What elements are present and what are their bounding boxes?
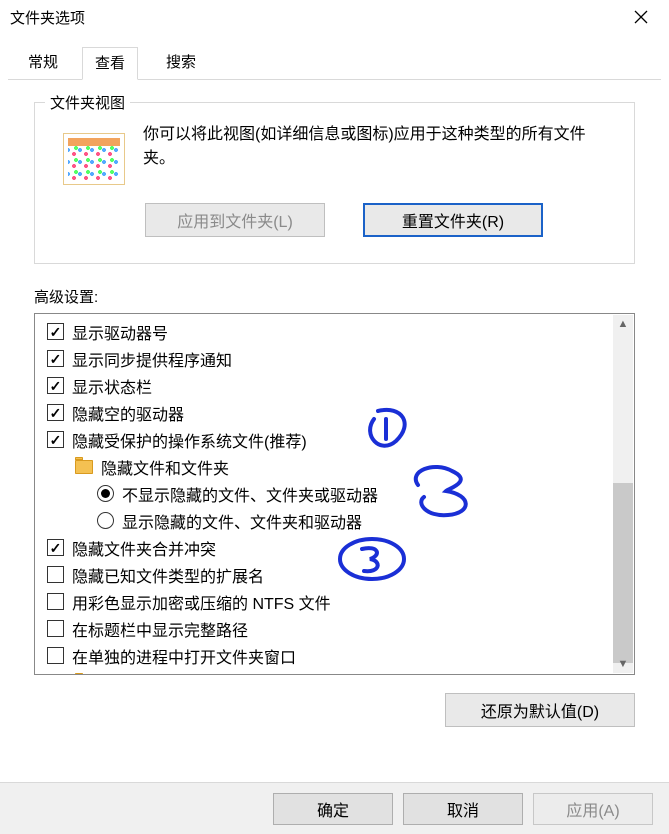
- advanced-settings-list[interactable]: 显示驱动器号显示同步提供程序通知显示状态栏隐藏空的驱动器隐藏受保护的操作系统文件…: [34, 313, 635, 675]
- checkbox[interactable]: [47, 404, 64, 421]
- list-item[interactable]: 隐藏受保护的操作系统文件(推荐): [35, 426, 634, 453]
- apply-button: 应用(A): [533, 793, 653, 825]
- list-item-label: 用彩色显示加密或压缩的 NTFS 文件: [72, 590, 331, 614]
- scroll-up-icon[interactable]: ▲: [613, 315, 633, 333]
- checkbox[interactable]: [47, 323, 64, 340]
- folder-view-preview-icon: [63, 133, 125, 185]
- checkbox[interactable]: [47, 431, 64, 448]
- cancel-button[interactable]: 取消: [403, 793, 523, 825]
- radio[interactable]: [97, 512, 114, 529]
- folder-views-desc: 你可以将此视图(如详细信息或图标)应用于这种类型的所有文件夹。: [143, 121, 616, 171]
- list-item[interactable]: 在列表视图中键入时: [35, 669, 634, 674]
- checkbox[interactable]: [47, 566, 64, 583]
- list-item[interactable]: 显示隐藏的文件、文件夹和驱动器: [35, 507, 634, 534]
- list-item-label: 隐藏已知文件类型的扩展名: [72, 563, 264, 587]
- list-item-label: 在单独的进程中打开文件夹窗口: [72, 644, 296, 668]
- tab-view[interactable]: 查看: [82, 47, 138, 80]
- list-item[interactable]: 在标题栏中显示完整路径: [35, 615, 634, 642]
- list-item[interactable]: 显示同步提供程序通知: [35, 345, 634, 372]
- list-item[interactable]: 在单独的进程中打开文件夹窗口: [35, 642, 634, 669]
- close-icon: [634, 10, 648, 24]
- checkbox[interactable]: [47, 647, 64, 664]
- ok-button[interactable]: 确定: [273, 793, 393, 825]
- tab-strip: 常规 查看 搜索: [8, 46, 661, 80]
- scrollbar[interactable]: ▲ ▼: [613, 315, 633, 673]
- folder-icon: [75, 460, 93, 474]
- scroll-thumb[interactable]: [613, 483, 633, 663]
- window-title: 文件夹选项: [8, 7, 621, 28]
- list-item-label: 显示驱动器号: [72, 320, 168, 344]
- advanced-settings-label: 高级设置:: [34, 286, 659, 307]
- checkbox[interactable]: [47, 620, 64, 637]
- list-item-label: 不显示隐藏的文件、文件夹或驱动器: [122, 482, 378, 506]
- list-item[interactable]: 隐藏已知文件类型的扩展名: [35, 561, 634, 588]
- list-item-label: 显示同步提供程序通知: [72, 347, 232, 371]
- list-item-label: 隐藏空的驱动器: [72, 401, 184, 425]
- list-item-label: 隐藏文件和文件夹: [101, 455, 229, 479]
- list-item-label: 显示状态栏: [72, 374, 152, 398]
- close-button[interactable]: [621, 0, 661, 34]
- list-item[interactable]: 隐藏文件和文件夹: [35, 453, 634, 480]
- scroll-down-icon[interactable]: ▼: [613, 655, 633, 673]
- checkbox[interactable]: [47, 350, 64, 367]
- list-item[interactable]: 不显示隐藏的文件、文件夹或驱动器: [35, 480, 634, 507]
- checkbox[interactable]: [47, 377, 64, 394]
- list-item[interactable]: 用彩色显示加密或压缩的 NTFS 文件: [35, 588, 634, 615]
- list-item-label: 在列表视图中键入时: [101, 671, 245, 675]
- checkbox[interactable]: [47, 593, 64, 610]
- list-item[interactable]: 隐藏文件夹合并冲突: [35, 534, 634, 561]
- restore-defaults-button[interactable]: 还原为默认值(D): [445, 693, 635, 727]
- folder-views-group: 文件夹视图 你可以将此视图(如详细信息或图标)应用于这种类型的所有文件夹。 应用…: [34, 102, 635, 264]
- tab-search[interactable]: 搜索: [154, 47, 208, 80]
- list-item[interactable]: 显示状态栏: [35, 372, 634, 399]
- checkbox[interactable]: [47, 539, 64, 556]
- list-item[interactable]: 隐藏空的驱动器: [35, 399, 634, 426]
- tab-general[interactable]: 常规: [16, 47, 70, 80]
- folder-views-legend: 文件夹视图: [45, 92, 130, 113]
- list-item-label: 隐藏受保护的操作系统文件(推荐): [72, 428, 307, 452]
- list-item-label: 在标题栏中显示完整路径: [72, 617, 248, 641]
- apply-to-folders-button: 应用到文件夹(L): [145, 203, 325, 237]
- dialog-button-bar: 确定 取消 应用(A): [0, 782, 669, 834]
- list-item-label: 隐藏文件夹合并冲突: [72, 536, 216, 560]
- list-item-label: 显示隐藏的文件、文件夹和驱动器: [122, 509, 362, 533]
- list-item[interactable]: 显示驱动器号: [35, 318, 634, 345]
- reset-folders-button[interactable]: 重置文件夹(R): [363, 203, 543, 237]
- radio[interactable]: [97, 485, 114, 502]
